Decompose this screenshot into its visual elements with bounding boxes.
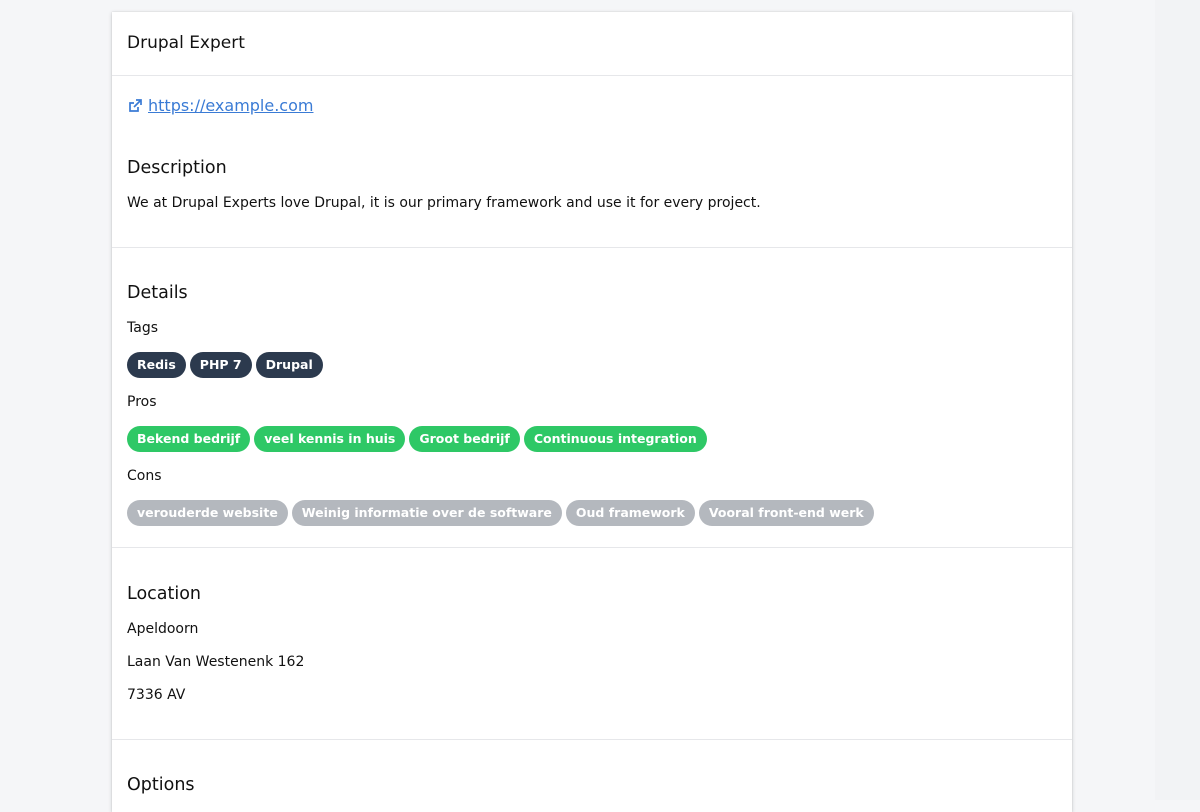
location-city: Apeldoorn [127,621,199,637]
description-heading: Description [127,158,227,178]
tag-badge[interactable]: Drupal [255,352,323,378]
cons-list: verouderde website Weinig informatie ove… [127,500,874,526]
tag-badge[interactable]: PHP 7 [189,352,252,378]
options-section [112,739,1072,812]
location-street: Laan Van Westenenk 162 [127,654,305,670]
con-badge[interactable]: Weinig informatie over de software [291,500,562,526]
website-link-row: https://example.com [127,96,313,115]
pro-badge[interactable]: veel kennis in huis [254,426,406,452]
page-background-strip [1155,0,1200,800]
tags-label: Tags [127,320,158,336]
description-text: We at Drupal Experts love Drupal, it is … [127,195,761,211]
cons-label: Cons [127,468,162,484]
location-postcode: 7336 AV [127,687,186,703]
tags-list: Redis PHP 7 Drupal [127,352,323,378]
details-heading: Details [127,283,188,303]
con-badge[interactable]: Oud framework [565,500,695,526]
location-section [112,547,1072,739]
con-badge[interactable]: Vooral front-end werk [698,500,874,526]
options-heading: Options [127,775,195,795]
company-title: Drupal Expert [127,33,245,53]
location-heading: Location [127,584,202,604]
pros-list: Bekend bedrijf veel kennis in huis Groot… [127,426,707,452]
pro-badge[interactable]: Continuous integration [523,426,707,452]
external-link-icon [129,98,142,112]
website-link[interactable]: https://example.com [148,96,313,115]
con-badge[interactable]: verouderde website [127,500,288,526]
company-detail-card: Drupal Expert https://example.com Descri… [112,12,1072,812]
tag-badge[interactable]: Redis [127,352,186,378]
pro-badge[interactable]: Groot bedrijf [409,426,520,452]
pro-badge[interactable]: Bekend bedrijf [127,426,251,452]
pros-label: Pros [127,394,157,410]
